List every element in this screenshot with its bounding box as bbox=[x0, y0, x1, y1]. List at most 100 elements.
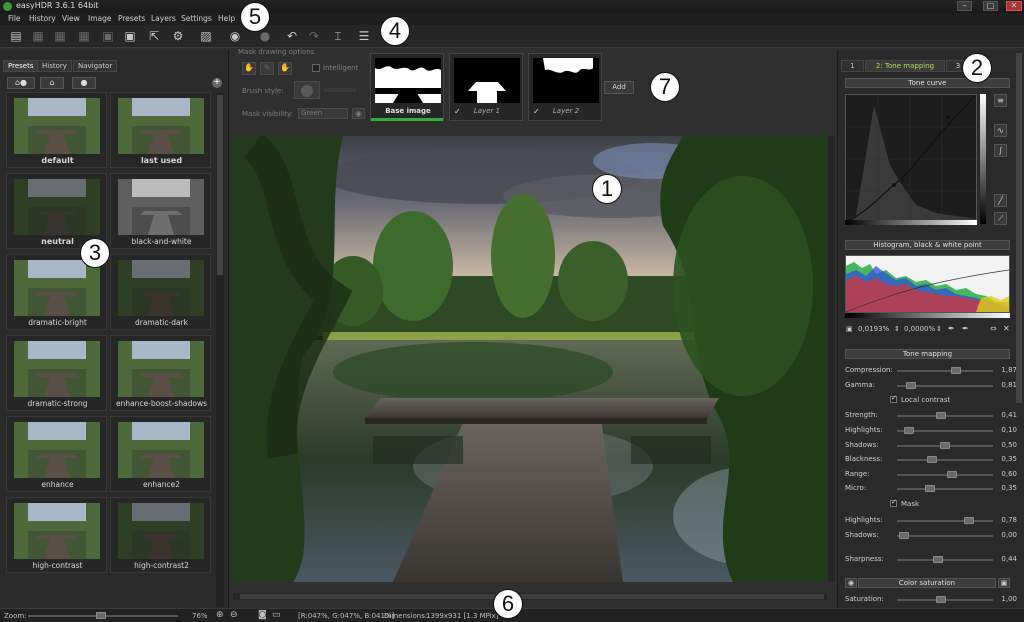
slider-track[interactable] bbox=[897, 559, 993, 561]
slider-value[interactable]: 0,50 bbox=[1001, 441, 1017, 449]
zoom-in-icon[interactable]: ⊕ bbox=[216, 610, 224, 620]
preset-card[interactable]: high-contrast2 bbox=[110, 497, 211, 573]
slider-thumb[interactable] bbox=[947, 471, 957, 478]
slider-track[interactable] bbox=[897, 520, 993, 522]
preset-card[interactable]: black-and-white bbox=[110, 173, 211, 249]
minimize-button[interactable]: – bbox=[957, 1, 972, 11]
slider-track[interactable] bbox=[897, 535, 993, 537]
image-icon[interactable]: ▨ bbox=[198, 28, 214, 44]
save-icon[interactable]: ▣ bbox=[122, 28, 138, 44]
slider-value[interactable]: 0,81 bbox=[1001, 381, 1017, 389]
slider-thumb[interactable] bbox=[899, 532, 909, 539]
list-icon[interactable]: ≡ bbox=[994, 94, 1007, 107]
brush-size-slider[interactable] bbox=[324, 88, 356, 92]
slider-value[interactable]: 0,00 bbox=[1001, 531, 1017, 539]
add-layer-button[interactable]: Add bbox=[604, 81, 634, 94]
curve-reset-icon[interactable]: ⟋ bbox=[994, 212, 1007, 225]
batch-icon[interactable]: ▦ bbox=[76, 28, 92, 44]
white-point-value[interactable]: 0,0000% bbox=[904, 325, 935, 333]
slider-thumb[interactable] bbox=[906, 382, 916, 389]
close-button[interactable]: ✕ bbox=[1006, 1, 1022, 11]
white-point-spin-icon[interactable]: ⇕ bbox=[936, 325, 942, 333]
curve-linear-icon[interactable]: ╱ bbox=[994, 194, 1007, 207]
color-saturation-header[interactable]: Color saturation bbox=[858, 578, 996, 588]
slider-value[interactable]: 0,44 bbox=[1001, 555, 1017, 563]
slider-thumb[interactable] bbox=[927, 456, 937, 463]
navigate-icon[interactable]: ◉ bbox=[227, 28, 243, 44]
slider-thumb[interactable] bbox=[925, 485, 935, 492]
menu-image[interactable]: Image bbox=[88, 14, 112, 23]
slider-value[interactable]: 1,87 bbox=[1001, 366, 1017, 374]
layer-card-2[interactable]: ✓ Layer 2 bbox=[528, 53, 602, 121]
slider-value[interactable]: 0,78 bbox=[1001, 516, 1017, 524]
histogram-link-icon[interactable]: ⇔ bbox=[990, 324, 997, 333]
slider-thumb[interactable] bbox=[904, 427, 914, 434]
menu-layers[interactable]: Layers bbox=[151, 14, 176, 23]
open-multi-icon[interactable]: ▦ bbox=[52, 28, 68, 44]
preset-filter-all-button[interactable]: ⌂● bbox=[7, 77, 35, 89]
camera-icon[interactable]: ◙ bbox=[258, 610, 267, 620]
open-icon[interactable]: ▦ bbox=[30, 28, 46, 44]
brush-erase-icon[interactable]: ✋ bbox=[278, 62, 292, 75]
preset-filter-user-button[interactable]: ● bbox=[72, 77, 96, 89]
slider-track[interactable] bbox=[897, 474, 993, 476]
preset-card[interactable]: enhance-boost-shadows bbox=[110, 335, 211, 411]
local-contrast-checkbox[interactable]: Local contrast bbox=[890, 394, 950, 404]
eye-icon[interactable]: ◉ bbox=[352, 108, 365, 119]
image-canvas[interactable] bbox=[233, 136, 827, 582]
new-file-icon[interactable]: ▤ bbox=[8, 28, 24, 44]
histogram-graph[interactable] bbox=[845, 255, 1010, 313]
tone-mapping-header[interactable]: Tone mapping bbox=[845, 349, 1010, 359]
preset-card[interactable]: last used bbox=[110, 92, 211, 168]
eyedropper-black-icon[interactable]: ✒ bbox=[948, 324, 955, 333]
tab-step-1[interactable]: 1 bbox=[841, 60, 864, 72]
mask-checkbox[interactable]: Mask bbox=[890, 498, 919, 508]
preset-filter-home-button[interactable]: ⌂ bbox=[40, 77, 64, 89]
crop-icon[interactable]: ⌶ bbox=[330, 28, 346, 44]
slider-value[interactable]: 0,41 bbox=[1001, 411, 1017, 419]
slider-thumb[interactable] bbox=[936, 596, 946, 603]
preset-card[interactable]: dramatic-strong bbox=[6, 335, 107, 411]
black-point-spin-icon[interactable]: ⇕ bbox=[894, 325, 900, 333]
slider-value[interactable]: 1,00 bbox=[1001, 595, 1017, 603]
redo-icon[interactable]: ↷ bbox=[306, 28, 322, 44]
slider-thumb[interactable] bbox=[964, 517, 974, 524]
slider-value[interactable]: 0,60 bbox=[1001, 470, 1017, 478]
brush-style-picker[interactable] bbox=[294, 81, 320, 99]
presets-scrollbar-thumb[interactable] bbox=[217, 95, 223, 275]
menu-help[interactable]: Help bbox=[218, 14, 235, 23]
settings-gear-icon[interactable]: ⚙ bbox=[170, 28, 186, 44]
preset-card[interactable]: default bbox=[6, 92, 107, 168]
zoom-out-icon[interactable]: ⊖ bbox=[230, 610, 238, 620]
layers-icon[interactable]: ☰ bbox=[356, 28, 372, 44]
slider-track[interactable] bbox=[897, 488, 993, 490]
slider-value[interactable]: 0,35 bbox=[1001, 455, 1017, 463]
canvas-horizontal-scrollbar-thumb[interactable] bbox=[240, 594, 824, 599]
export-icon[interactable]: ⇱ bbox=[146, 28, 162, 44]
menu-history[interactable]: History bbox=[29, 14, 56, 23]
menu-presets[interactable]: Presets bbox=[118, 14, 145, 23]
slider-track[interactable] bbox=[897, 370, 993, 372]
maximize-button[interactable]: □ bbox=[983, 1, 998, 11]
tab-tone-mapping[interactable]: 2: Tone mapping bbox=[865, 60, 945, 72]
menu-settings[interactable]: Settings bbox=[181, 14, 212, 23]
mask-visibility-select[interactable]: Green bbox=[298, 108, 348, 119]
add-preset-icon[interactable]: + bbox=[212, 78, 222, 88]
histogram-close-icon[interactable]: ✕ bbox=[1003, 324, 1010, 333]
curve-s-icon[interactable]: ∿ bbox=[994, 124, 1007, 137]
intelligent-checkbox[interactable] bbox=[312, 64, 320, 72]
save-disabled-icon[interactable]: ▣ bbox=[100, 28, 116, 44]
tab-navigator[interactable]: Navigator bbox=[73, 60, 118, 72]
preset-card[interactable]: high-contrast bbox=[6, 497, 107, 573]
black-point-value[interactable]: 0,0193% bbox=[858, 325, 889, 333]
slider-thumb[interactable] bbox=[951, 367, 961, 374]
panel-scrollbar-thumb[interactable] bbox=[1016, 53, 1022, 403]
brush-draw-icon[interactable]: ✎ bbox=[260, 62, 274, 75]
slider-thumb[interactable] bbox=[933, 556, 943, 563]
preset-card[interactable]: enhance bbox=[6, 416, 107, 492]
tone-curve-graph[interactable] bbox=[845, 94, 977, 224]
layer-card-1[interactable]: ✓ Layer 1 bbox=[449, 53, 523, 121]
slider-track[interactable] bbox=[897, 459, 993, 461]
layer-card-base[interactable]: Base image bbox=[370, 53, 444, 121]
saturation-lock-icon[interactable]: ▣ bbox=[998, 578, 1010, 588]
